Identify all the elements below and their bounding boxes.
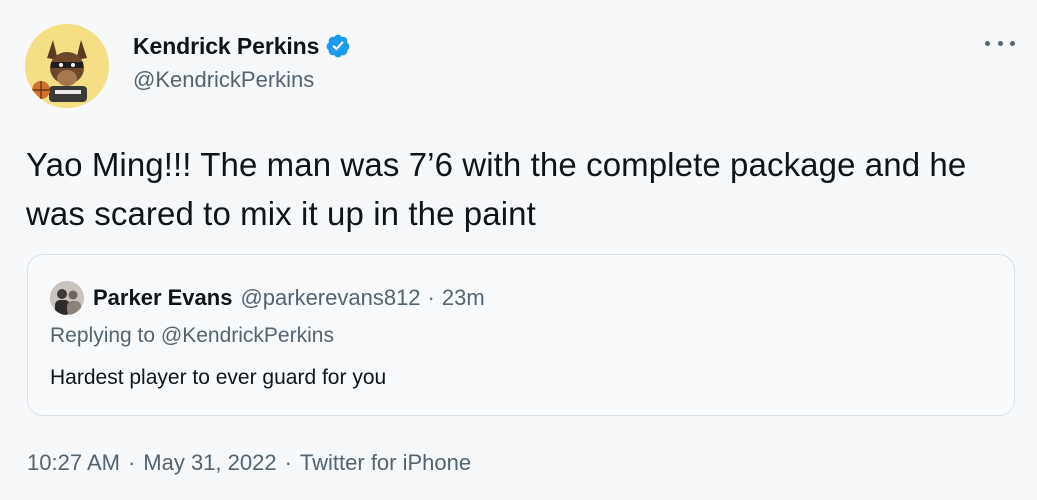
tweet-source[interactable]: Twitter for iPhone — [300, 450, 471, 475]
separator-dot: · — [284, 450, 292, 475]
person-avatar-icon — [50, 281, 84, 315]
verified-badge-icon — [326, 34, 350, 58]
tweet-metadata: 10:27 AM · May 31, 2022 · Twitter for iPhone — [27, 450, 471, 476]
more-options-icon — [1010, 40, 1015, 46]
author-handle[interactable]: @KendrickPerkins — [133, 67, 351, 93]
more-options-button[interactable] — [985, 36, 1015, 50]
author-info: Kendrick Perkins @KendrickPerkins — [133, 31, 351, 93]
cartoon-dog-avatar-icon — [25, 24, 109, 108]
author-avatar[interactable] — [25, 24, 109, 108]
quoted-tweet-time[interactable]: 23m — [442, 285, 485, 311]
quoted-tweet-header: Parker Evans @parkerevans812 · 23m — [50, 281, 485, 315]
tweet-time[interactable]: 10:27 AM — [27, 450, 120, 475]
quoted-author-avatar — [50, 281, 84, 315]
author-name[interactable]: Kendrick Perkins — [133, 33, 319, 60]
more-options-icon — [997, 40, 1003, 46]
quoted-author-handle[interactable]: @parkerevans812 — [240, 285, 420, 311]
replying-to: Replying to @KendrickPerkins — [50, 324, 334, 347]
tweet-text: Yao Ming!!! The man was 7’6 with the com… — [26, 146, 967, 232]
separator-dot: · — [127, 450, 136, 475]
quoted-tweet[interactable]: Parker Evans @parkerevans812 · 23m Reply… — [27, 254, 1015, 416]
tweet-date[interactable]: May 31, 2022 — [143, 450, 276, 475]
separator-dot: · — [427, 285, 435, 310]
more-options-icon — [985, 40, 990, 46]
quoted-tweet-text: Hardest player to ever guard for you — [50, 366, 387, 389]
author-name-row: Kendrick Perkins — [133, 31, 351, 61]
tweet[interactable]: Kendrick Perkins @KendrickPerkins Yao Mi… — [0, 0, 1037, 500]
quoted-author-name[interactable]: Parker Evans — [93, 285, 232, 311]
